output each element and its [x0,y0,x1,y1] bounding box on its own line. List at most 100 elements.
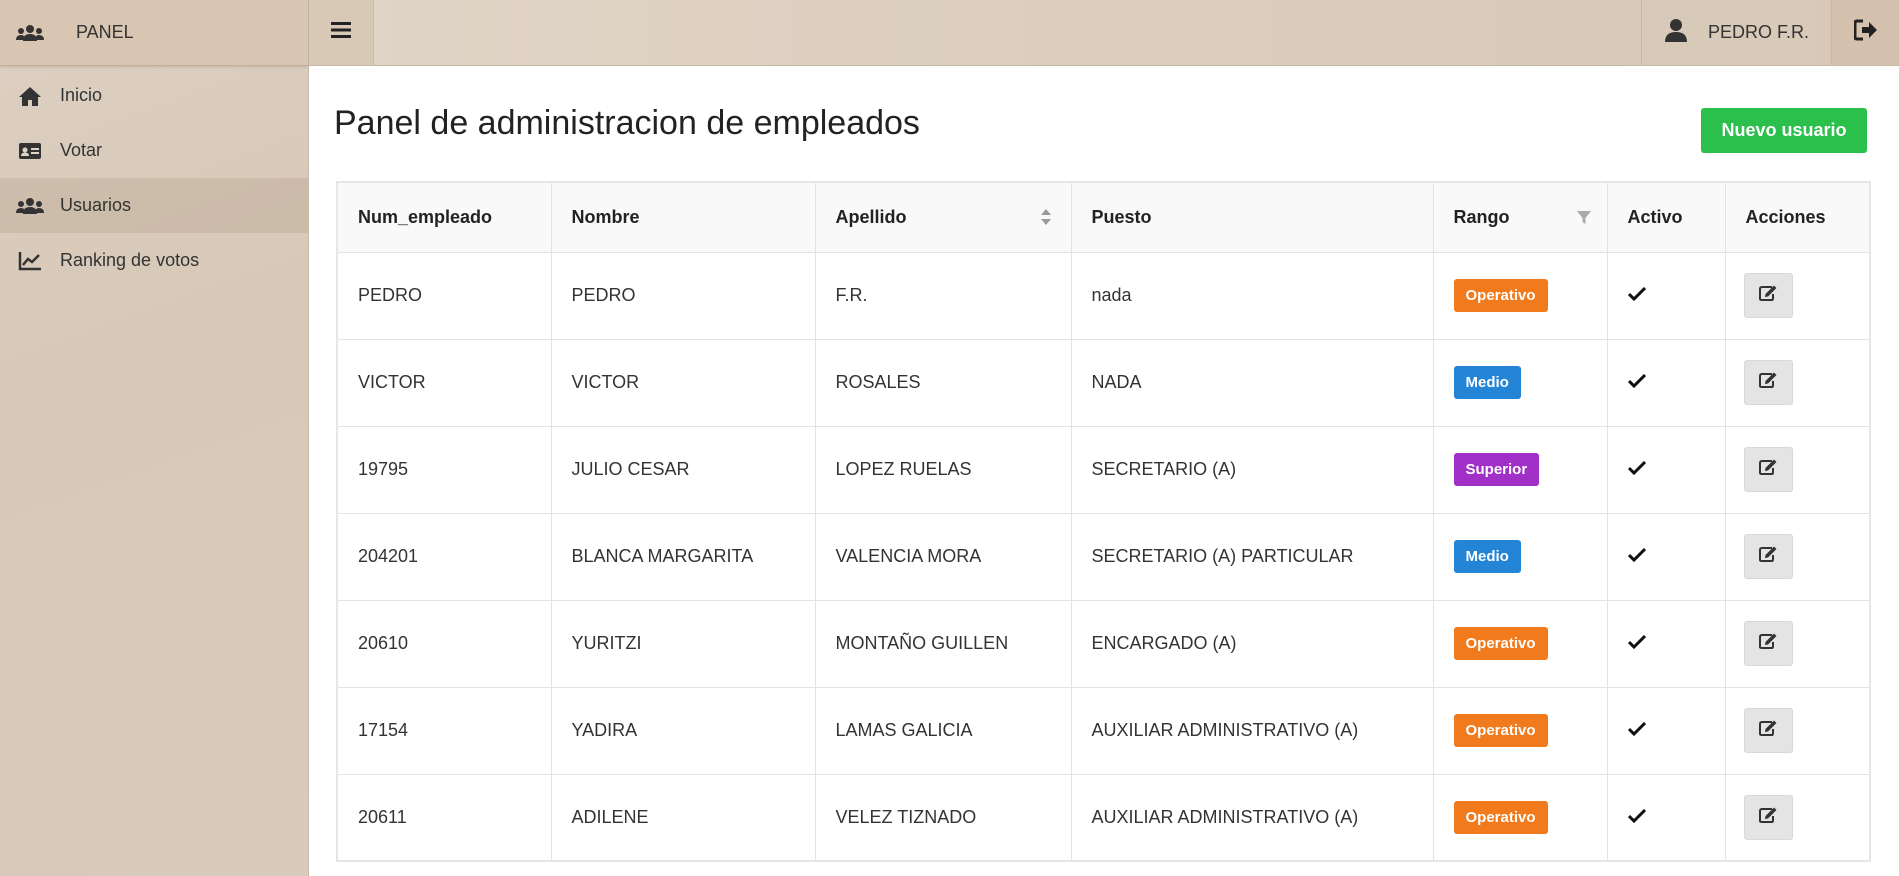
cell-num-empleado: 17154 [336,686,552,775]
edit-icon [1759,459,1777,480]
table-row: VICTOR VICTOR ROSALES NADA Medio [336,338,1871,427]
column-label: Apellido [835,206,907,227]
cell-rango: Medio [1432,338,1608,427]
edit-button[interactable] [1743,273,1793,318]
column-header-apellido[interactable]: Apellido [814,181,1072,253]
edit-button[interactable] [1743,447,1793,492]
cell-rango: Superior [1432,425,1608,514]
header-spacer [374,0,1641,65]
column-label: Activo [1627,206,1683,227]
edit-button[interactable] [1743,794,1793,840]
sidebar-item-usuarios[interactable]: Usuarios [0,178,308,233]
sign-out-icon [1853,19,1878,46]
new-user-button[interactable]: Nuevo usuario [1701,108,1867,153]
menu-toggle-button[interactable] [309,0,374,65]
column-label: Puesto [1091,206,1152,227]
table-row: PEDRO PEDRO F.R. nada Operativo [336,251,1871,340]
home-icon [16,84,44,108]
table-body: PEDRO PEDRO F.R. nada Operativo VICTOR V… [336,251,1871,862]
edit-icon [1759,285,1777,306]
cell-puesto: NADA [1070,338,1434,427]
cell-apellido: MONTAÑO GUILLEN [814,599,1072,688]
sort-icon[interactable] [1040,209,1051,230]
column-header-num-empleado[interactable]: Num_empleado [336,181,552,253]
edit-button[interactable] [1743,708,1793,753]
sidebar-brand[interactable]: PANEL [0,0,308,66]
cell-puesto: AUXILIAR ADMINISTRATIVO (A) [1070,773,1434,862]
bars-icon [331,21,351,44]
cell-activo [1606,338,1726,427]
cell-rango: Operativo [1432,599,1608,688]
users-icon [16,194,44,218]
column-label: Acciones [1745,206,1826,227]
rango-badge: Superior [1453,453,1540,486]
column-label: Nombre [571,206,640,227]
edit-button[interactable] [1743,621,1793,666]
cell-activo [1606,512,1726,601]
cell-activo [1606,599,1726,688]
rango-badge: Operativo [1453,714,1548,747]
check-icon [1627,722,1646,736]
cell-rango: Operativo [1432,686,1608,775]
cell-num-empleado: PEDRO [336,251,552,340]
column-header-nombre[interactable]: Nombre [550,181,816,253]
cell-acciones [1724,512,1871,601]
column-header-activo[interactable]: Activo [1606,181,1726,253]
table-row: 20610 YURITZI MONTAÑO GUILLEN ENCARGADO … [336,599,1871,688]
cell-activo [1606,425,1726,514]
brand-label: PANEL [76,22,134,42]
column-label: Rango [1453,206,1510,227]
cell-puesto: SECRETARIO (A) PARTICULAR [1070,512,1434,601]
cell-acciones [1724,425,1871,514]
cell-apellido: LAMAS GALICIA [814,686,1072,775]
logout-button[interactable] [1831,0,1899,65]
table-row: 19795 JULIO CESAR LOPEZ RUELAS SECRETARI… [336,425,1871,514]
sidebar-item-ranking[interactable]: Ranking de votos [0,233,308,288]
table-row: 204201 BLANCA MARGARITA VALENCIA MORA SE… [336,512,1871,601]
line-chart-icon [16,249,44,273]
cell-nombre: ADILENE [550,773,816,862]
sidebar-nav: Inicio Votar Usuarios Ranking de votos [0,68,308,288]
cell-activo [1606,773,1726,862]
sidebar-item-label: Votar [60,140,103,160]
check-icon [1627,287,1646,301]
sidebar-item-label: Usuarios [60,195,132,215]
edit-button[interactable] [1743,534,1793,579]
check-icon [1627,808,1646,823]
table-row: 20611 ADILENE VELEZ TIZNADO AUXILIAR ADM… [336,773,1871,862]
cell-activo [1606,251,1726,340]
cell-num-empleado: 20611 [336,773,552,862]
table-header-row: Num_empleado Nombre Apellido Puesto Rang… [336,181,1871,253]
cell-acciones [1724,773,1871,862]
cell-acciones [1724,599,1871,688]
cell-acciones [1724,251,1871,340]
column-header-rango[interactable]: Rango [1432,181,1608,253]
cell-nombre: JULIO CESAR [550,425,816,514]
filter-icon[interactable] [1576,209,1591,230]
sidebar-item-label: Ranking de votos [60,250,200,270]
cell-puesto: AUXILIAR ADMINISTRATIVO (A) [1070,686,1434,775]
edit-icon [1759,807,1777,828]
rango-badge: Operativo [1453,800,1548,834]
cell-apellido: ROSALES [814,338,1072,427]
cell-rango: Operativo [1432,773,1608,862]
sidebar-item-inicio[interactable]: Inicio [0,68,308,123]
cell-num-empleado: 204201 [336,512,552,601]
user-menu[interactable]: PEDRO F.R. [1640,0,1831,65]
cell-num-empleado: 19795 [336,425,552,514]
check-icon [1627,635,1646,649]
check-icon [1627,374,1646,388]
rango-badge: Medio [1453,366,1521,399]
cell-num-empleado: 20610 [336,599,552,688]
cell-apellido: LOPEZ RUELAS [814,425,1072,514]
sidebar-item-votar[interactable]: Votar [0,123,308,178]
user-name: PEDRO F.R. [1707,22,1809,42]
column-header-puesto[interactable]: Puesto [1070,181,1434,253]
rango-badge: Operativo [1453,627,1548,660]
cell-apellido: F.R. [814,251,1072,340]
page-title: Panel de administracion de empleados [334,104,920,142]
edit-button[interactable] [1743,360,1793,405]
edit-icon [1759,633,1777,654]
check-icon [1627,461,1646,475]
cell-apellido: VELEZ TIZNADO [814,773,1072,862]
